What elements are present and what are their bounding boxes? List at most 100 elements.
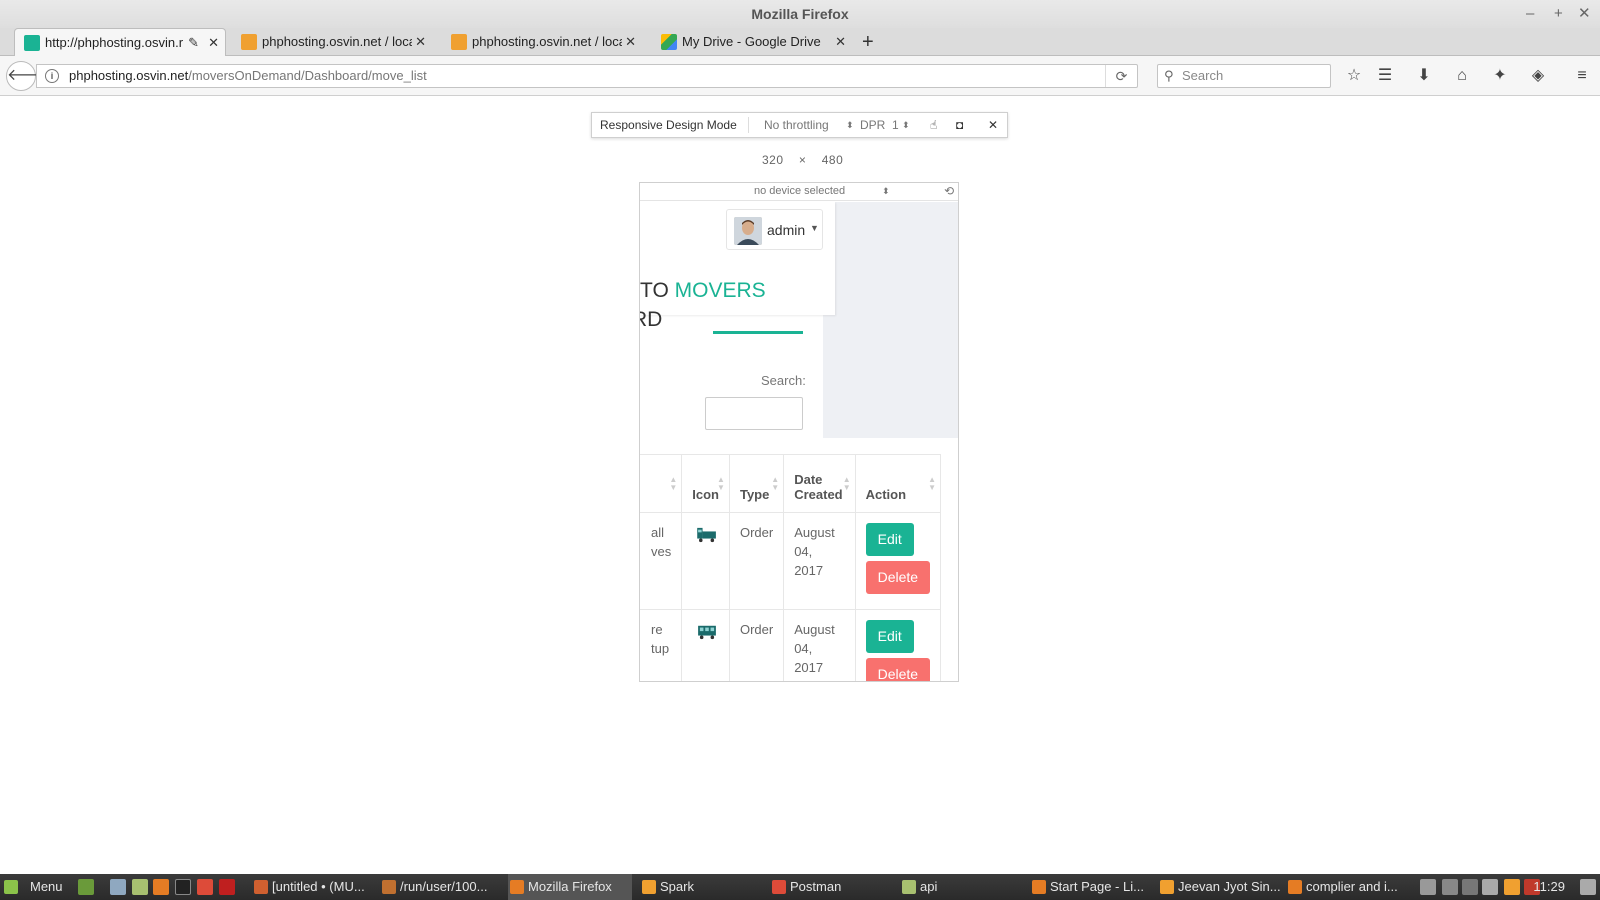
column-header-name[interactable]: e▲▼ [640, 454, 683, 513]
search-bar[interactable]: ⚲ Search [1157, 64, 1331, 88]
taskbar-item[interactable]: api [900, 874, 1022, 900]
rdm-title: Responsive Design Mode [600, 118, 737, 132]
close-tab-icon[interactable]: ✕ [835, 28, 846, 56]
hamburger-menu-icon[interactable]: ≡ [1572, 66, 1592, 86]
url-host: phphosting.osvin.net [69, 68, 189, 83]
search-icon: ⚲ [1164, 68, 1174, 83]
app-icon [382, 880, 396, 894]
column-header-type[interactable]: Type ▲ ▼ [728, 454, 785, 513]
firefox-icon [510, 880, 524, 894]
admin-dropdown[interactable]: admin ▼ [726, 209, 823, 250]
viewport-width[interactable]: 320 [762, 153, 784, 167]
mute-icon[interactable]: ✎ [188, 29, 199, 57]
search-placeholder: Search [1182, 68, 1224, 83]
info-icon[interactable]: i [45, 69, 59, 83]
hero-heading-line2: RD [640, 308, 663, 331]
start-menu-button[interactable]: Menu [2, 874, 70, 900]
maximize-button[interactable]: + [1554, 0, 1563, 28]
table-row: all ves Order August 04, 2017 Edit Delet… [640, 512, 942, 610]
dimension-separator: × [798, 153, 807, 167]
tab-label: http://phphosting.osvin.r [45, 35, 184, 50]
header-card: admin ▼ TO MOVERS RD [640, 202, 835, 331]
delete-button[interactable]: Delete [865, 561, 931, 594]
notification-icon[interactable] [1504, 879, 1520, 895]
delete-button[interactable]: Delete [865, 658, 931, 681]
throttling-select[interactable]: No throttling [764, 113, 829, 137]
column-header-icon[interactable]: Icon ▲ ▼ [681, 454, 730, 513]
chrome-launcher-icon[interactable] [197, 879, 213, 895]
close-tab-icon[interactable]: ✕ [415, 28, 426, 56]
volume-icon[interactable] [1482, 879, 1498, 895]
workspace-icon[interactable] [1580, 879, 1596, 895]
tab-3[interactable]: phphosting.osvin.net / local ✕ [442, 28, 642, 56]
edit-button[interactable]: Edit [865, 523, 914, 556]
taskbar-item[interactable]: Spark [640, 874, 762, 900]
taskbar-item[interactable]: [untitled • (MU... [252, 874, 374, 900]
screenshot-icon[interactable]: ◘ [956, 113, 963, 137]
close-rdm-icon[interactable]: ✕ [988, 113, 998, 137]
divider [748, 117, 749, 133]
user-icon[interactable] [1420, 879, 1436, 895]
firefox-launcher-icon[interactable] [153, 879, 169, 895]
reading-list-icon[interactable]: ☰ [1375, 66, 1395, 86]
reload-icon[interactable]: ⟳ [1105, 65, 1137, 87]
tab-label: phphosting.osvin.net / local [472, 34, 622, 49]
column-header-action[interactable]: Action ▲ ▼ [854, 454, 942, 513]
taskbar-item[interactable]: Start Page - Li... [1030, 874, 1154, 900]
clock[interactable]: 11:29 [1533, 874, 1565, 900]
close-tab-icon[interactable]: ✕ [208, 29, 219, 57]
taskbar-item[interactable]: complier and i... [1286, 874, 1410, 900]
column-header-date[interactable]: Date Created ▲ ▼ [783, 454, 856, 513]
system-settings-icon[interactable] [110, 879, 126, 895]
tab-1[interactable]: http://phphosting.osvin.r ✎ ✕ [14, 28, 226, 57]
home-icon[interactable]: ⌂ [1452, 66, 1472, 86]
taskbar-item[interactable]: /run/user/100... [380, 874, 502, 900]
viewport-height[interactable]: 480 [822, 153, 844, 167]
downloads-icon[interactable]: ⬇ [1414, 66, 1434, 86]
minimize-button[interactable]: – [1526, 0, 1534, 28]
network-icon[interactable] [1462, 879, 1478, 895]
moves-table: e▲▼ Icon▲▼ Type▲▼ Date Created▲▼ Action▲… [640, 454, 942, 681]
navigation-bar: 🡐 i phphosting.osvin.net/moversOnDemand/… [0, 56, 1600, 96]
new-tab-button[interactable]: + [862, 28, 874, 56]
taskbar-item[interactable]: Mozilla Firefox [508, 874, 632, 900]
throttling-chevron-icon: ⬍ [846, 120, 854, 130]
folder-icon [902, 880, 916, 894]
pocket-icon[interactable]: ◈ [1528, 66, 1548, 86]
update-icon[interactable] [1442, 879, 1458, 895]
close-tab-icon[interactable]: ✕ [625, 28, 636, 56]
table-row: re tup Order August 04, 2017 Edit Delete [640, 609, 942, 681]
terminal-icon[interactable] [175, 879, 191, 895]
tab-label: My Drive - Google Drive [682, 34, 821, 49]
phpmyadmin-favicon-icon [241, 34, 257, 50]
edit-button[interactable]: Edit [865, 620, 914, 653]
device-select[interactable]: no device selected [754, 183, 845, 200]
tab-strip: http://phphosting.osvin.r ✎ ✕ phphosting… [0, 28, 1600, 57]
spark-icon [642, 880, 656, 894]
rotate-icon[interactable]: ⟲ [944, 183, 954, 200]
url-bar[interactable]: i phphosting.osvin.net/moversOnDemand/Da… [36, 64, 1138, 88]
type-cell: Order [728, 512, 785, 610]
window-title-bar: Mozilla Firefox – + ✕ [0, 0, 1600, 28]
dpr-chevron-icon: ⬍ [902, 120, 910, 130]
hero-highlight: MOVERS [674, 279, 766, 302]
accent-underline [713, 331, 803, 334]
show-desktop-icon[interactable] [78, 879, 94, 895]
storage-truck-icon [698, 625, 717, 640]
sort-icon: ▲ ▼ [842, 475, 851, 492]
taskbar-item[interactable]: Jeevan Jyot Sin... [1158, 874, 1282, 900]
dpr-select[interactable]: 1 [892, 113, 899, 137]
taskbar-item[interactable]: Postman [770, 874, 892, 900]
name-cell: re tup [640, 609, 683, 681]
files-icon[interactable] [132, 879, 148, 895]
bookmark-star-icon[interactable]: ☆ [1344, 66, 1364, 86]
filezilla-icon[interactable] [219, 879, 235, 895]
back-button[interactable]: 🡐 [6, 61, 50, 91]
tab-2[interactable]: phphosting.osvin.net / local ✕ [232, 28, 432, 56]
tab-4[interactable]: My Drive - Google Drive ✕ [652, 28, 852, 56]
truck-icon [697, 527, 717, 543]
responsive-mode-icon[interactable]: ✦ [1490, 66, 1510, 86]
table-search-input[interactable] [705, 397, 803, 430]
touch-simulation-icon[interactable]: ☝ [930, 113, 937, 137]
close-window-button[interactable]: ✕ [1578, 0, 1591, 28]
